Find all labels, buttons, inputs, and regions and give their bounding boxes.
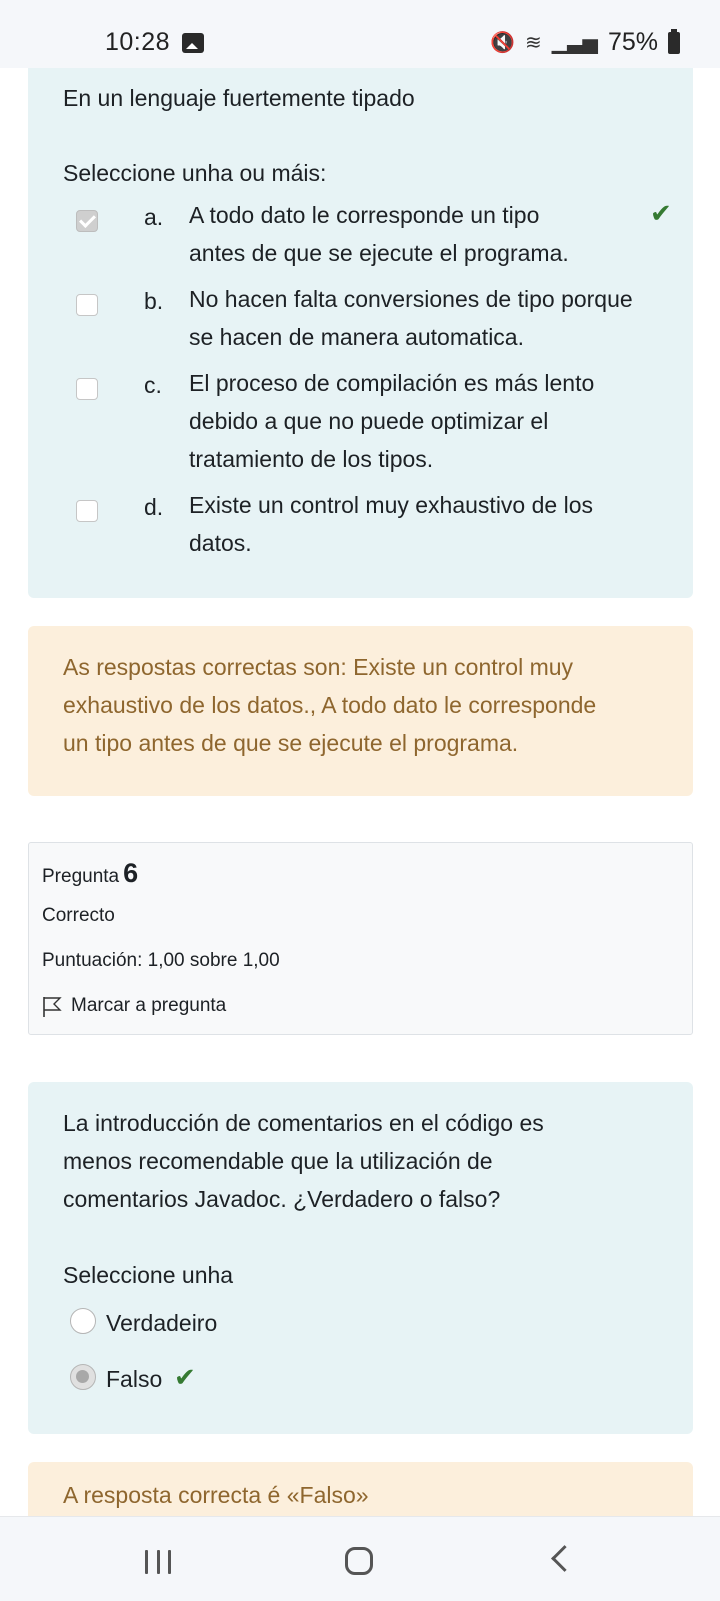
status-time: 10:28 <box>105 28 171 56</box>
option-line: Existe un control muy exhaustivo de los <box>189 492 593 518</box>
status-bar: 10:28 🔇 ≋ ▁▃▅ 75% <box>0 0 720 68</box>
radio-verdadeiro[interactable] <box>70 1308 96 1334</box>
option-letter: b. <box>144 288 164 314</box>
option-a-checkbox[interactable] <box>76 210 98 232</box>
option-label: Falso <box>106 1366 163 1392</box>
feedback-line: exhaustivo de los datos., A todo dato le… <box>63 692 597 718</box>
question-6-content: La introducción de comentarios en el cód… <box>28 1082 693 1434</box>
option-line: No hacen falta conversiones de tipo porq… <box>189 286 633 312</box>
option-line: antes de que se ejecute el programa. <box>189 240 569 266</box>
battery-icon <box>668 28 680 54</box>
option-line: A todo dato le corresponde un tipo <box>189 202 540 228</box>
option-line: debido a que no puede optimizar el <box>189 408 549 434</box>
correct-check-icon: ✔ <box>174 1362 196 1392</box>
option-falso[interactable]: Falso ✔ <box>70 1360 670 1396</box>
option-text: El proceso de compilación es más lento d… <box>189 364 684 478</box>
option-line: tratamiento de los tipos. <box>189 446 434 472</box>
gallery-notification-icon <box>182 33 204 53</box>
home-icon[interactable] <box>345 1547 373 1575</box>
option-letter: d. <box>144 494 164 520</box>
option-line: El proceso de compilación es más lento <box>189 370 595 396</box>
status-icons: 🔇 ≋ ▁▃▅ 75% <box>490 28 680 57</box>
question-5-stem: En un lenguaje fuertemente tipado <box>63 85 415 111</box>
option-c[interactable]: c. El proceso de compilación es más lent… <box>76 364 676 478</box>
question-number: Pregunta 6 <box>42 858 138 889</box>
flag-question-link[interactable]: Marcar a pregunta <box>71 995 226 1017</box>
mute-icon: 🔇 <box>490 32 516 54</box>
option-letter: c. <box>144 372 162 398</box>
question-5-prompt: Seleccione unha ou máis: <box>63 160 327 186</box>
recents-icon[interactable] <box>145 1550 171 1574</box>
question-6-stem: La introducción de comentarios en el cód… <box>63 1104 544 1218</box>
option-b-checkbox[interactable] <box>76 294 98 316</box>
flag-icon[interactable] <box>42 996 62 1018</box>
option-c-checkbox[interactable] <box>76 378 98 400</box>
option-label: Verdadeiro <box>106 1310 218 1336</box>
question-label: Pregunta <box>42 866 120 887</box>
stem-line: menos recomendable que la utilización de <box>63 1148 493 1174</box>
question-state: Correcto <box>42 905 115 926</box>
correct-check-icon: ✔ <box>650 198 672 228</box>
question-number-value: 6 <box>123 858 139 888</box>
wifi-icon: ≋ <box>525 32 542 54</box>
feedback-line: un tipo antes de que se ejecute el progr… <box>63 730 519 756</box>
option-text: Existe un control muy exhaustivo de los … <box>189 486 684 562</box>
system-nav-bar <box>0 1516 720 1601</box>
option-line: se hacen de manera automatica. <box>189 324 524 350</box>
option-text: A todo dato le corresponde un tipo antes… <box>189 196 684 272</box>
option-b[interactable]: b. No hacen falta conversiones de tipo p… <box>76 280 676 356</box>
feedback-line: As respostas correctas son: Existe un co… <box>63 654 574 680</box>
question-5-feedback: As respostas correctas son: Existe un co… <box>28 626 693 796</box>
radio-falso[interactable] <box>70 1364 96 1390</box>
option-text: No hacen falta conversiones de tipo porq… <box>189 280 684 356</box>
back-icon[interactable] <box>551 1545 578 1572</box>
option-a[interactable]: a. A todo dato le corresponde un tipo an… <box>76 196 676 272</box>
question-grade: Puntuación: 1,00 sobre 1,00 <box>42 950 280 971</box>
question-5-content: En un lenguaje fuertemente tipado Selecc… <box>28 60 693 598</box>
signal-icon: ▁▃▅ <box>551 32 598 54</box>
battery-percent: 75% <box>607 28 658 56</box>
feedback-line: A resposta correcta é «Falso» <box>63 1482 369 1508</box>
option-d[interactable]: d. Existe un control muy exhaustivo de l… <box>76 486 676 562</box>
stem-line: La introducción de comentarios en el cód… <box>63 1110 544 1136</box>
option-d-checkbox[interactable] <box>76 500 98 522</box>
option-line: datos. <box>189 530 252 556</box>
option-letter: a. <box>144 204 164 230</box>
question-6-prompt: Seleccione unha <box>63 1262 234 1288</box>
question-6-info: Pregunta 6 Correcto Puntuación: 1,00 sobr… <box>28 842 693 1035</box>
stem-line: comentarios Javadoc. ¿Verdadero o falso? <box>63 1186 501 1212</box>
option-verdadeiro[interactable]: Verdadeiro <box>70 1304 670 1340</box>
